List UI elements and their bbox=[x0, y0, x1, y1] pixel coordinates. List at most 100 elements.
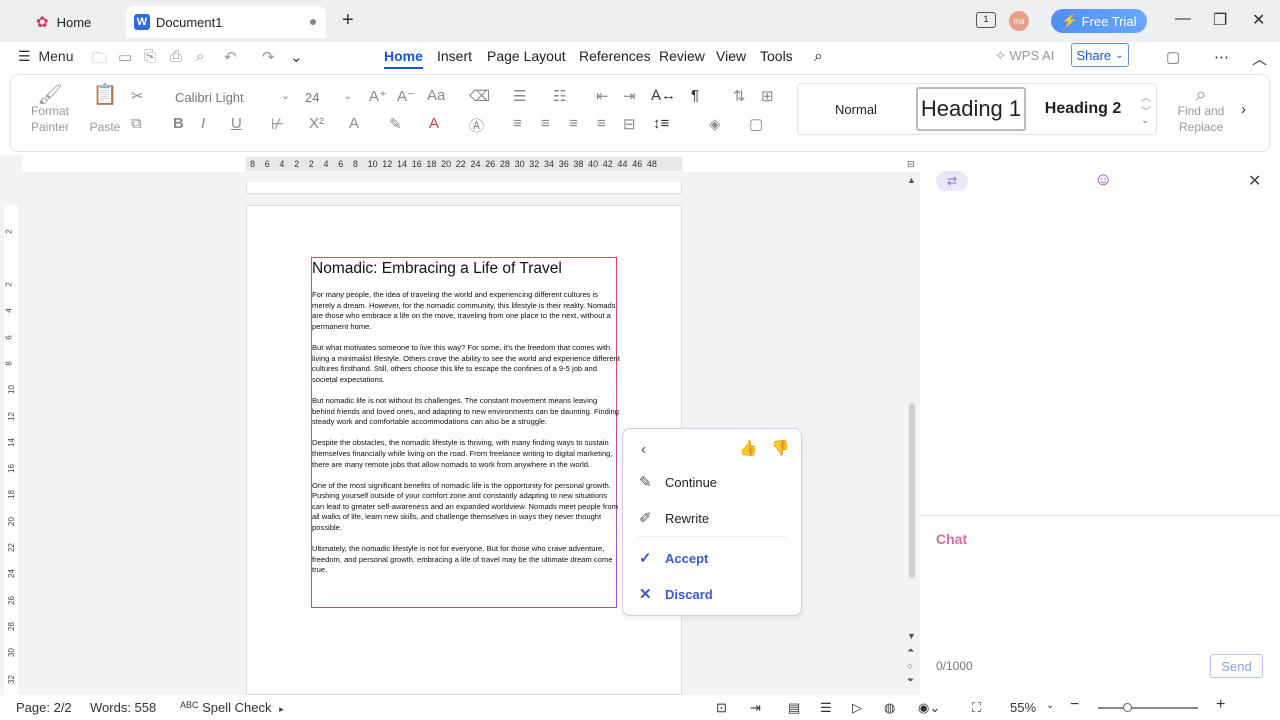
paragraph[interactable]: But what motivates someone to live this … bbox=[312, 343, 620, 385]
format-painter-button[interactable]: 🖌 Format Painter bbox=[25, 85, 75, 135]
share-button[interactable]: Share ⌄ bbox=[1071, 43, 1129, 67]
style-normal[interactable]: Normal bbox=[798, 87, 914, 131]
menu-button[interactable]: ☰ Menu bbox=[18, 48, 73, 65]
chat-input[interactable]: Chat bbox=[936, 531, 967, 547]
document-body[interactable]: For many people, the idea of traveling t… bbox=[312, 290, 620, 587]
close-panel-icon[interactable]: ✕ bbox=[1248, 171, 1261, 191]
justify-icon[interactable]: ≡ bbox=[597, 115, 606, 132]
fit-page-icon[interactable]: ⛶ bbox=[972, 700, 981, 716]
select-browse-icon[interactable]: ○ bbox=[907, 661, 912, 671]
thumbs-down-icon[interactable]: 👎 bbox=[771, 439, 790, 457]
page-view-icon[interactable]: ▤ bbox=[788, 700, 800, 716]
paste-button[interactable]: 📋 Paste bbox=[83, 85, 127, 135]
line-spacing-icon[interactable]: ↕≡ bbox=[653, 115, 669, 132]
sort-icon[interactable]: ⇅ bbox=[733, 87, 746, 105]
thumbs-up-icon[interactable]: 👍 bbox=[739, 439, 758, 457]
document-title[interactable]: Nomadic: Embracing a Life of Travel bbox=[312, 260, 562, 278]
borders-icon[interactable]: ▢ bbox=[749, 115, 763, 133]
export-pdf-icon[interactable]: ⇥ bbox=[750, 700, 761, 716]
free-trial-button[interactable]: ⚡ Free Trial bbox=[1051, 9, 1147, 33]
minimize-icon[interactable]: — bbox=[1175, 10, 1191, 28]
numbering-icon[interactable]: ☷ bbox=[553, 87, 566, 105]
align-center-icon[interactable]: ≡ bbox=[541, 115, 550, 132]
find-replace-button[interactable]: ⌕ Find and Replace bbox=[1173, 85, 1229, 135]
zoom-slider[interactable] bbox=[1098, 707, 1198, 709]
scroll-down-icon[interactable]: ▼ bbox=[907, 631, 916, 641]
zoom-level[interactable]: 55% bbox=[1010, 700, 1036, 715]
text-effect-icon[interactable]: A bbox=[349, 115, 359, 132]
zoom-slider-thumb[interactable] bbox=[1123, 703, 1132, 712]
bullets-icon[interactable]: ☰ bbox=[513, 87, 526, 105]
underline-icon[interactable]: U bbox=[231, 115, 242, 132]
paragraph[interactable]: Despite the obstacles, the nomadic lifes… bbox=[312, 438, 620, 470]
scroll-thumb[interactable] bbox=[909, 403, 915, 578]
superscript-icon[interactable]: X² bbox=[309, 115, 324, 132]
sidebar-toggle-icon[interactable]: 1 bbox=[976, 12, 996, 28]
clear-format-icon[interactable]: ⌫ bbox=[469, 87, 490, 105]
font-color-icon[interactable]: A bbox=[429, 115, 439, 132]
increase-indent-icon[interactable]: ⇥ bbox=[623, 87, 636, 105]
tab-home-ribbon[interactable]: Home bbox=[384, 48, 423, 69]
tab-review[interactable]: Review bbox=[659, 48, 705, 64]
italic-icon[interactable]: I bbox=[201, 115, 205, 132]
avatar[interactable]: ma bbox=[1009, 11, 1029, 31]
split-view-icon[interactable]: ⊟ bbox=[907, 159, 915, 170]
collapse-ribbon-icon[interactable]: ︿ bbox=[1252, 48, 1267, 69]
export-icon[interactable]: ⎘ bbox=[144, 48, 156, 65]
search-icon[interactable]: ⌕ bbox=[814, 48, 823, 66]
tab-references[interactable]: References bbox=[579, 48, 651, 64]
more-qa-icon[interactable]: ⌄ bbox=[290, 48, 303, 66]
more-options-icon[interactable]: ⋯ bbox=[1214, 48, 1229, 66]
restore-icon[interactable]: ❐ bbox=[1213, 10, 1227, 30]
redo-icon[interactable]: ↷ bbox=[262, 48, 275, 66]
style-heading-2[interactable]: Heading 2 bbox=[1026, 87, 1140, 131]
wps-ai-button[interactable]: ✧ WPS AI bbox=[995, 48, 1054, 64]
tab-document[interactable]: W Document1 bbox=[126, 6, 326, 38]
web-view-icon[interactable]: ◍ bbox=[884, 700, 895, 716]
discard-button[interactable]: ✕ Discard bbox=[639, 585, 713, 603]
change-case-icon[interactable]: Aa bbox=[427, 87, 445, 104]
send-button[interactable]: Send bbox=[1210, 654, 1263, 678]
shading-icon[interactable]: ◈ bbox=[709, 115, 721, 133]
tab-insert[interactable]: Insert bbox=[437, 48, 472, 64]
play-icon[interactable]: ▷ bbox=[852, 700, 862, 716]
unsaved-dot-icon[interactable] bbox=[310, 19, 316, 25]
undo-icon[interactable]: ↶ bbox=[224, 48, 237, 66]
align-right-icon[interactable]: ≡ bbox=[569, 115, 578, 132]
tab-view[interactable]: View bbox=[716, 48, 746, 64]
spell-check-button[interactable]: ABC Spell Check ▸ bbox=[180, 700, 284, 715]
vertical-scrollbar[interactable]: ⊟ ▲ ▼ ⏶ ○ ⏷ bbox=[907, 155, 920, 695]
paragraph[interactable]: For many people, the idea of traveling t… bbox=[312, 290, 620, 332]
zoom-out-icon[interactable]: − bbox=[1070, 696, 1079, 714]
print-icon[interactable]: ⎙ bbox=[170, 48, 182, 65]
zoom-in-icon[interactable]: + bbox=[1216, 696, 1225, 714]
page-indicator[interactable]: Page: 2/2 bbox=[16, 700, 72, 715]
strikethrough-icon[interactable]: ⊬ bbox=[271, 115, 284, 133]
ai-mode-icon[interactable]: ⇄ bbox=[936, 171, 968, 191]
ribbon-next-icon[interactable]: › bbox=[1241, 101, 1246, 118]
comment-icon[interactable]: ▢ bbox=[1166, 48, 1180, 66]
scroll-up-icon[interactable]: ▲ bbox=[907, 175, 916, 185]
copy-icon[interactable]: ⧉ bbox=[131, 115, 142, 132]
highlight-icon[interactable]: ✎ bbox=[389, 115, 402, 133]
decrease-indent-icon[interactable]: ⇤ bbox=[596, 87, 609, 105]
style-heading-1[interactable]: Heading 1 bbox=[916, 87, 1026, 131]
back-icon[interactable]: ‹ bbox=[641, 441, 646, 459]
tab-page-layout[interactable]: Page Layout bbox=[487, 48, 566, 64]
tab-home[interactable]: ✿ Home bbox=[22, 6, 122, 38]
accept-button[interactable]: ✓ Accept bbox=[639, 549, 708, 567]
font-name-chevron-icon[interactable]: ⌄ bbox=[281, 89, 290, 102]
prev-page-icon[interactable]: ⏶ bbox=[907, 645, 914, 656]
next-page-icon[interactable]: ⏷ bbox=[907, 675, 914, 686]
cut-icon[interactable]: ✂ bbox=[131, 87, 144, 105]
text-direction-icon[interactable]: A↔ bbox=[651, 87, 676, 104]
new-folder-icon[interactable]: 🗀 bbox=[92, 48, 107, 73]
eye-protection-icon[interactable]: ◉⌄ bbox=[918, 700, 940, 716]
paragraph[interactable]: But nomadic life is not without its chal… bbox=[312, 396, 620, 428]
close-window-icon[interactable]: ✕ bbox=[1252, 10, 1265, 30]
outline-view-icon[interactable]: ☰ bbox=[820, 700, 832, 716]
tab-tools[interactable]: Tools bbox=[760, 48, 793, 64]
save-icon[interactable]: ▭ bbox=[118, 48, 132, 66]
styles-more-icon[interactable]: ⌄ bbox=[1141, 115, 1149, 126]
bold-icon[interactable]: B bbox=[173, 115, 184, 132]
